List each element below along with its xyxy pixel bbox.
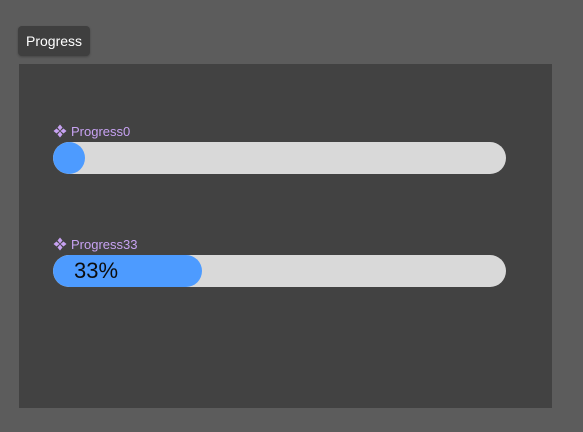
component-name: Progress0 (71, 123, 131, 139)
progress-component-0[interactable]: Progress0 (53, 123, 506, 174)
component-label[interactable]: Progress0 (53, 123, 506, 139)
component-icon (53, 124, 67, 138)
component-icon (53, 237, 67, 251)
progress-component-33[interactable]: Progress33 33% (53, 236, 506, 287)
component-name: Progress33 (71, 236, 138, 252)
canvas-frame: Progress0 Progress33 33% (19, 64, 552, 408)
progress-fill (53, 142, 85, 174)
progress-value-label: 33% (74, 258, 119, 283)
page-tab-progress[interactable]: Progress (18, 26, 91, 56)
progress-track: 33% (53, 255, 506, 287)
component-label[interactable]: Progress33 (53, 236, 506, 252)
progress-track (53, 142, 506, 174)
